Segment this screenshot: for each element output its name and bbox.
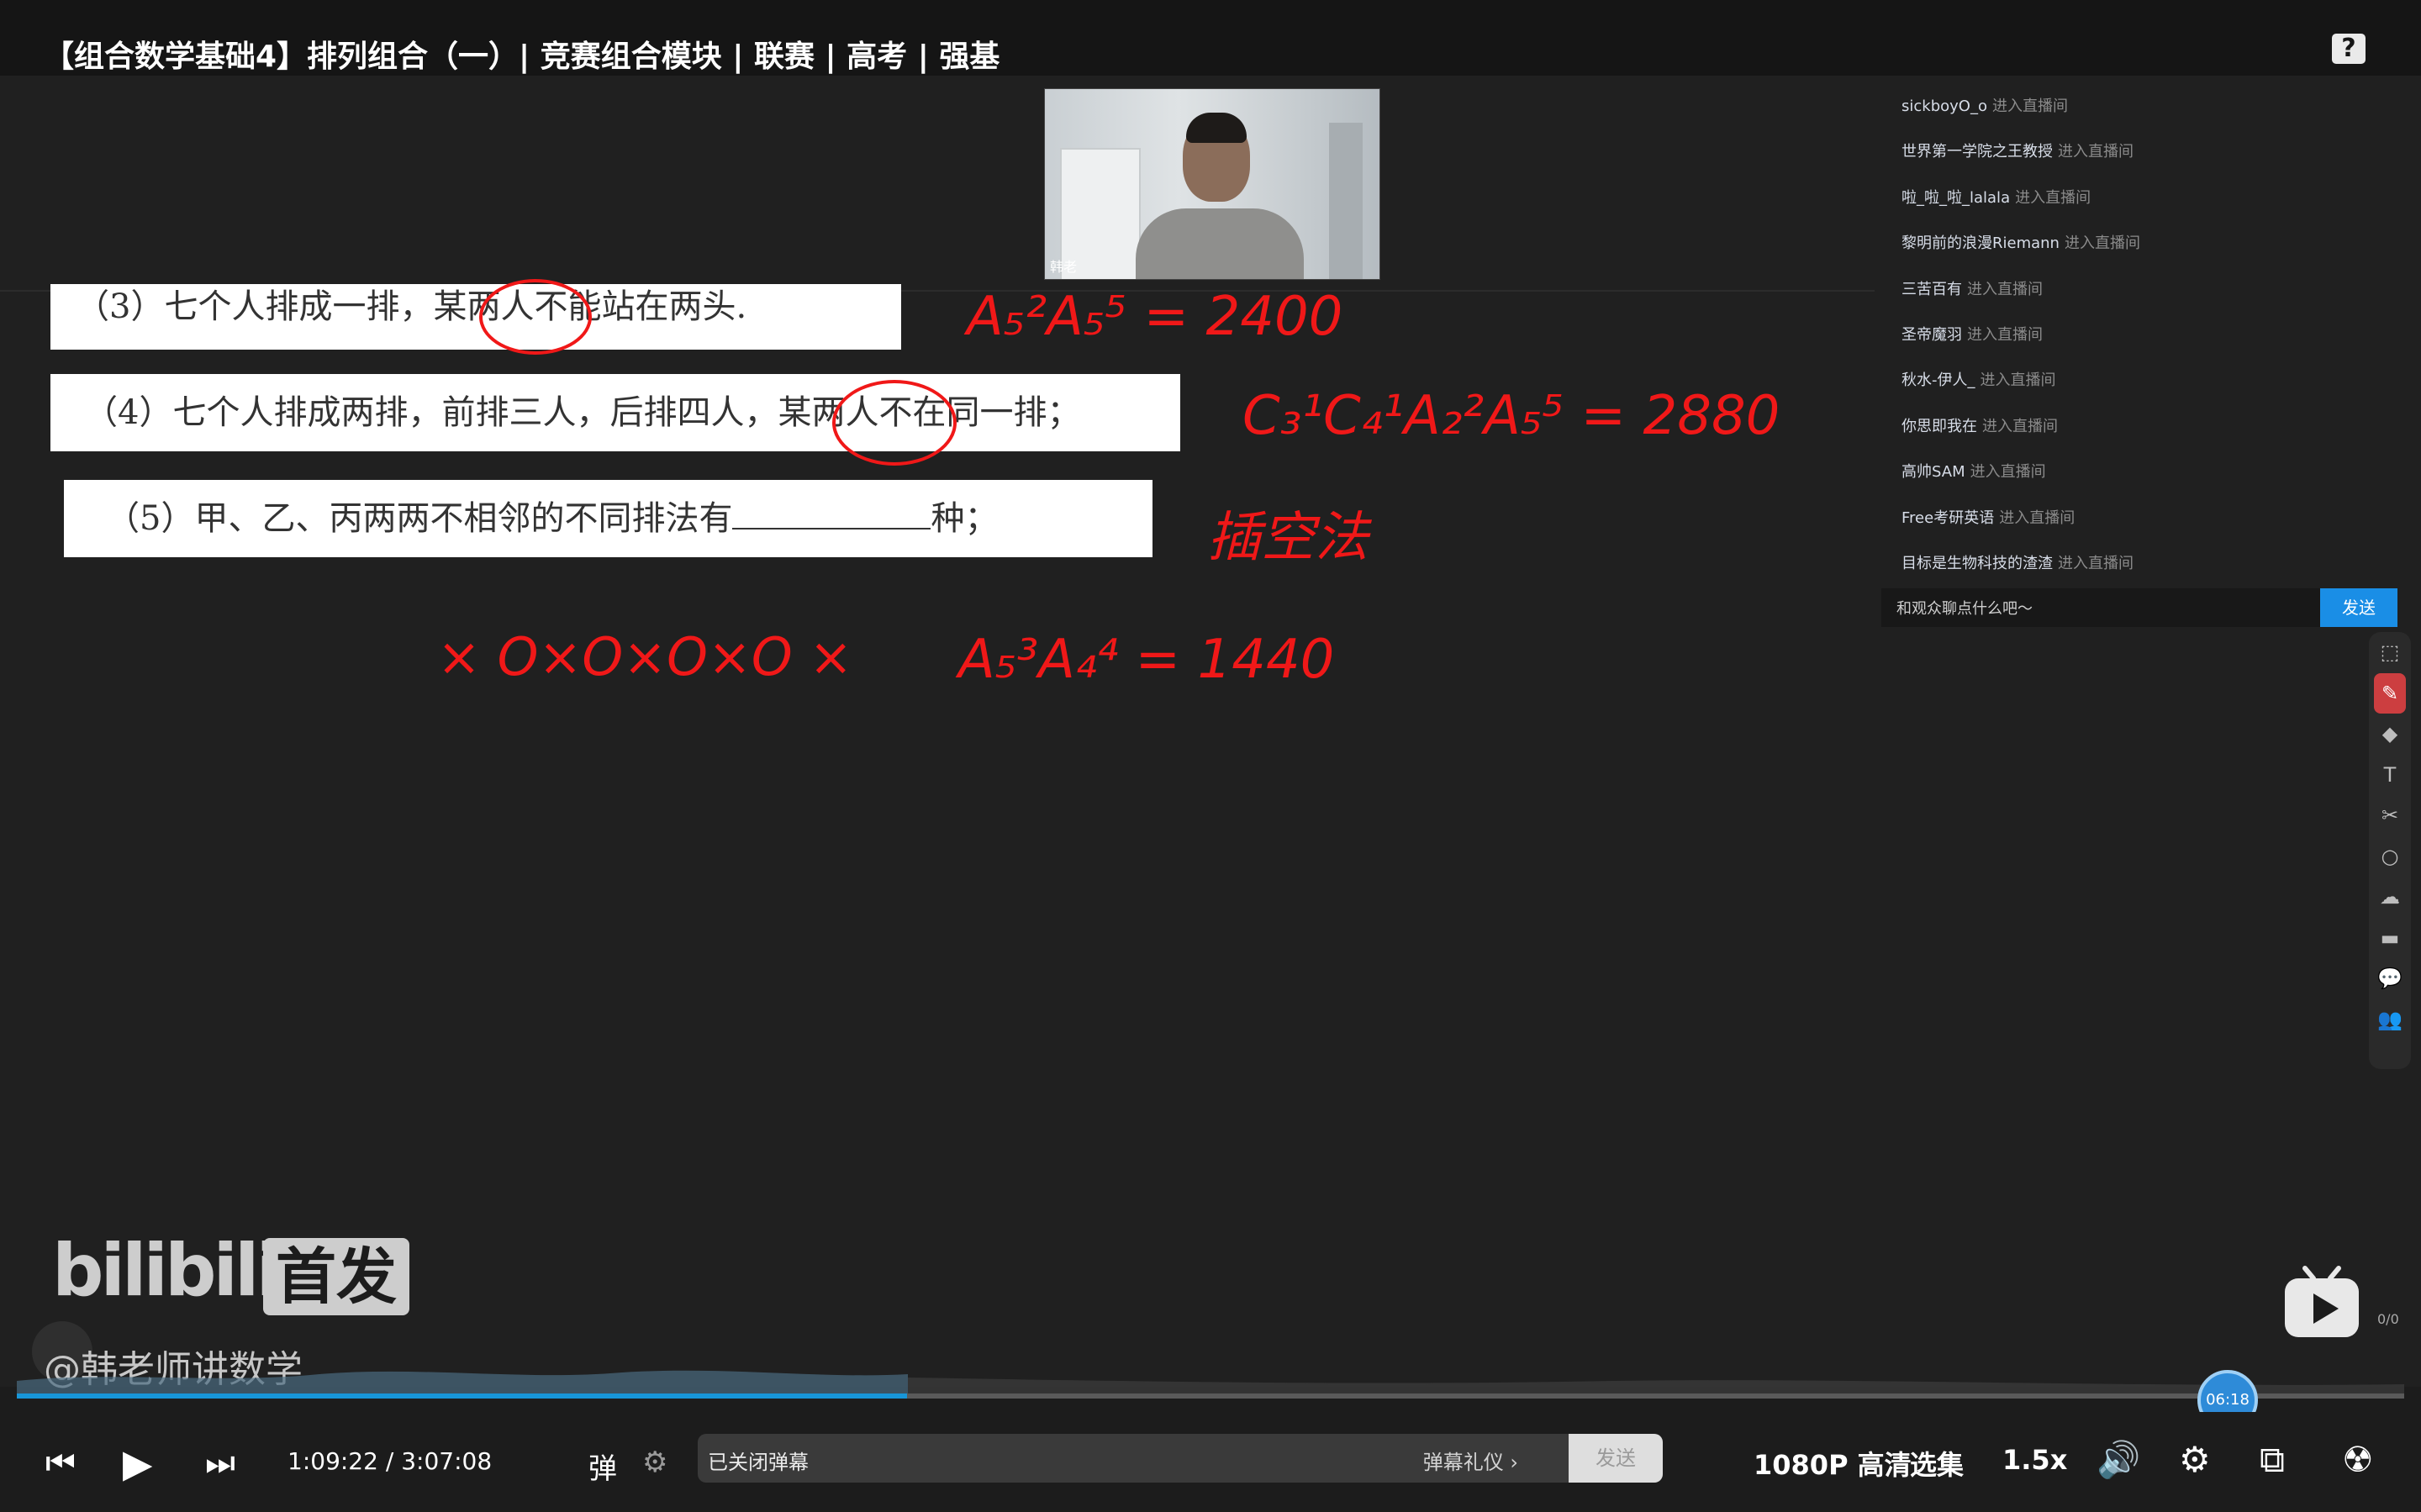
annotation-circle bbox=[479, 279, 592, 355]
chat-action: 进入直播间 bbox=[2058, 143, 2134, 161]
chat-username[interactable]: 目标是生物科技的渣渣 bbox=[1901, 555, 2053, 572]
chat-send-button[interactable]: 发送 bbox=[2320, 588, 2397, 627]
cloud-icon[interactable]: ☁ bbox=[2369, 877, 2411, 918]
method-note: 插空法 bbox=[1207, 507, 1369, 569]
chat-message: 你思即我在 进入直播间 bbox=[1883, 404, 2404, 450]
camera-name-tag: 韩老 bbox=[1050, 259, 1078, 275]
chat-message: 啦_啦_啦_lalala 进入直播间 bbox=[1883, 176, 2404, 221]
chat-username[interactable]: 圣帝魔羽 bbox=[1901, 326, 1962, 344]
time-display: 1:09:22 / 3:07:08 bbox=[287, 1447, 492, 1475]
speed-button[interactable]: 1.5x bbox=[2002, 1444, 2067, 1476]
episodes-button[interactable]: 选集 bbox=[1910, 1444, 1964, 1483]
danmaku-toggle-icon[interactable]: 弹 bbox=[588, 1446, 617, 1487]
premiere-tag: 首发 bbox=[263, 1238, 409, 1315]
chat-username[interactable]: Free考研英语 bbox=[1901, 509, 1994, 527]
problem-4: （4）七个人排成两排，前排三人，后排四人，某两人不在同一排； bbox=[50, 374, 1180, 451]
chat-action: 进入直播间 bbox=[1999, 508, 2076, 527]
time-separator: / bbox=[385, 1447, 394, 1475]
chat-panel: sickboyO_o 进入直播间 世界第一学院之王教授 进入直播间 啦_啦_啦_lala… bbox=[1883, 84, 2404, 622]
answer-blank bbox=[732, 503, 931, 529]
danmaku-settings-icon[interactable]: ⚙ bbox=[642, 1446, 667, 1479]
chat-username[interactable]: sickboyO_o bbox=[1901, 97, 1987, 115]
chat-action: 进入直播间 bbox=[1967, 325, 2043, 344]
problem-5-text: （5）甲、乙、丙两两不相邻的不同排法有 bbox=[106, 499, 733, 538]
quality-button[interactable]: 1080P 高清 bbox=[1754, 1444, 1912, 1483]
chat-message: 目标是生物科技的渣渣 进入直播间 bbox=[1883, 541, 2404, 587]
chat-action: 进入直播间 bbox=[2058, 554, 2134, 572]
pip-icon[interactable]: ⧉ bbox=[2260, 1439, 2285, 1481]
select-icon[interactable]: ⬚ bbox=[2369, 632, 2411, 673]
help-icon[interactable]: ? bbox=[2332, 34, 2366, 64]
chat-username[interactable]: 你思即我在 bbox=[1901, 418, 1977, 435]
chat-action: 进入直播间 bbox=[1982, 417, 2058, 435]
toolbox-icon[interactable]: ▬ bbox=[2369, 918, 2411, 959]
problem-5-suffix: 种； bbox=[931, 499, 999, 538]
danmaku-status: 已关闭弹幕 bbox=[708, 1451, 809, 1474]
pen-icon[interactable]: ✎ bbox=[2374, 672, 2406, 714]
scissors-icon[interactable]: ✂ bbox=[2369, 795, 2411, 836]
chat-action: 进入直播间 bbox=[1980, 371, 2056, 390]
chat-input-row: 和观众聊点什么吧～ 发送 bbox=[1881, 588, 2397, 627]
slot-diagram: × O×O×O×O × bbox=[437, 626, 853, 688]
side-counter: 0/0 bbox=[2377, 1311, 2399, 1327]
control-bar: ⏮ ▶ ⏭ 1:09:22 / 3:07:08 弹 ⚙ 已关闭弹幕 弹幕礼仪 ›… bbox=[0, 1412, 2421, 1512]
bilibili-tv-icon[interactable] bbox=[2281, 1265, 2362, 1342]
chat-action: 进入直播间 bbox=[2064, 234, 2140, 253]
chat-input[interactable]: 和观众聊点什么吧～ bbox=[1896, 597, 2033, 619]
annotation-circle bbox=[832, 380, 957, 466]
danmaku-input[interactable]: 已关闭弹幕 弹幕礼仪 › 发送 bbox=[698, 1434, 1663, 1483]
comment-icon[interactable]: 💬 bbox=[2369, 958, 2411, 999]
current-time: 1:09:22 bbox=[287, 1447, 378, 1475]
drawing-toolbar: ⬚ ✎ ◆ T ✂ ○ ☁ ▬ 💬 👥 bbox=[2369, 632, 2411, 1069]
play-icon[interactable]: ▶ bbox=[123, 1441, 152, 1486]
chat-username[interactable]: 高帅SAM bbox=[1901, 463, 1965, 481]
chat-message: 世界第一学院之王教授 进入直播间 bbox=[1883, 129, 2404, 175]
chat-message: sickboyO_o 进入直播间 bbox=[1883, 84, 2404, 129]
fullscreen-icon[interactable]: ☢ bbox=[2342, 1439, 2374, 1480]
answer-4: C₃¹C₄¹A₂²A₅⁵ = 2880 bbox=[1242, 385, 1780, 447]
users-icon[interactable]: 👥 bbox=[2369, 999, 2411, 1040]
settings-icon[interactable]: ⚙ bbox=[2179, 1439, 2211, 1480]
chat-action: 进入直播间 bbox=[2015, 188, 2091, 207]
previous-icon[interactable]: ⏮ bbox=[45, 1444, 76, 1483]
danmaku-etiquette-link[interactable]: 弹幕礼仪 › bbox=[1423, 1446, 1518, 1475]
chat-action: 进入直播间 bbox=[1967, 280, 2043, 298]
answer-3: A₅²A₅⁵ = 2400 bbox=[967, 286, 1343, 348]
danmaku-send-button[interactable]: 发送 bbox=[1569, 1434, 1663, 1483]
chat-username[interactable]: 秋水-伊人_ bbox=[1901, 371, 1975, 389]
chat-action: 进入直播间 bbox=[1991, 97, 2068, 115]
problem-3: （3）七个人排成一排，某两人不能站在两头. bbox=[50, 284, 901, 350]
chat-message: 圣帝魔羽 进入直播间 bbox=[1883, 313, 2404, 358]
progress-fill bbox=[17, 1393, 908, 1399]
answer-5: A₅³A₄⁴ = 1440 bbox=[958, 629, 1335, 691]
chat-username[interactable]: 啦_啦_啦_lalala bbox=[1901, 189, 2010, 207]
problem-5: （5）甲、乙、丙两两不相邻的不同排法有 种； bbox=[64, 480, 1152, 557]
chat-message: 秋水-伊人_ 进入直播间 bbox=[1883, 358, 2404, 403]
total-time: 3:07:08 bbox=[401, 1447, 493, 1475]
chat-message: Free考研英语 进入直播间 bbox=[1883, 496, 2404, 541]
shape-icon[interactable]: ○ bbox=[2369, 836, 2411, 877]
heat-wave bbox=[17, 1370, 2404, 1396]
chat-username[interactable]: 世界第一学院之王教授 bbox=[1901, 143, 2053, 161]
chat-action: 进入直播间 bbox=[1970, 463, 2046, 482]
chat-username[interactable]: 三苦百有 bbox=[1901, 281, 1962, 298]
chat-message: 高帅SAM 进入直播间 bbox=[1883, 450, 2404, 495]
chat-username[interactable]: 黎明前的浪漫Riemann bbox=[1901, 234, 2060, 252]
title-bar: 【组合数学基础4】排列组合（一）| 竞赛组合模块 | 联赛 | 高考 | 强基 … bbox=[0, 0, 2421, 76]
teacher-camera: 韩老 bbox=[1044, 88, 1380, 280]
next-icon[interactable]: ⏭ bbox=[205, 1444, 235, 1483]
eraser-icon[interactable]: ◆ bbox=[2369, 714, 2411, 755]
video-title: 【组合数学基础4】排列组合（一）| 竞赛组合模块 | 联赛 | 高考 | 强基 bbox=[44, 40, 1000, 74]
bilibili-logo: bilibili bbox=[52, 1229, 281, 1313]
chat-message: 三苦百有 进入直播间 bbox=[1883, 267, 2404, 313]
volume-icon[interactable]: 🔊 bbox=[2097, 1439, 2140, 1481]
chat-message: 黎明前的浪漫Riemann 进入直播间 bbox=[1883, 221, 2404, 266]
text-icon[interactable]: T bbox=[2369, 755, 2411, 796]
